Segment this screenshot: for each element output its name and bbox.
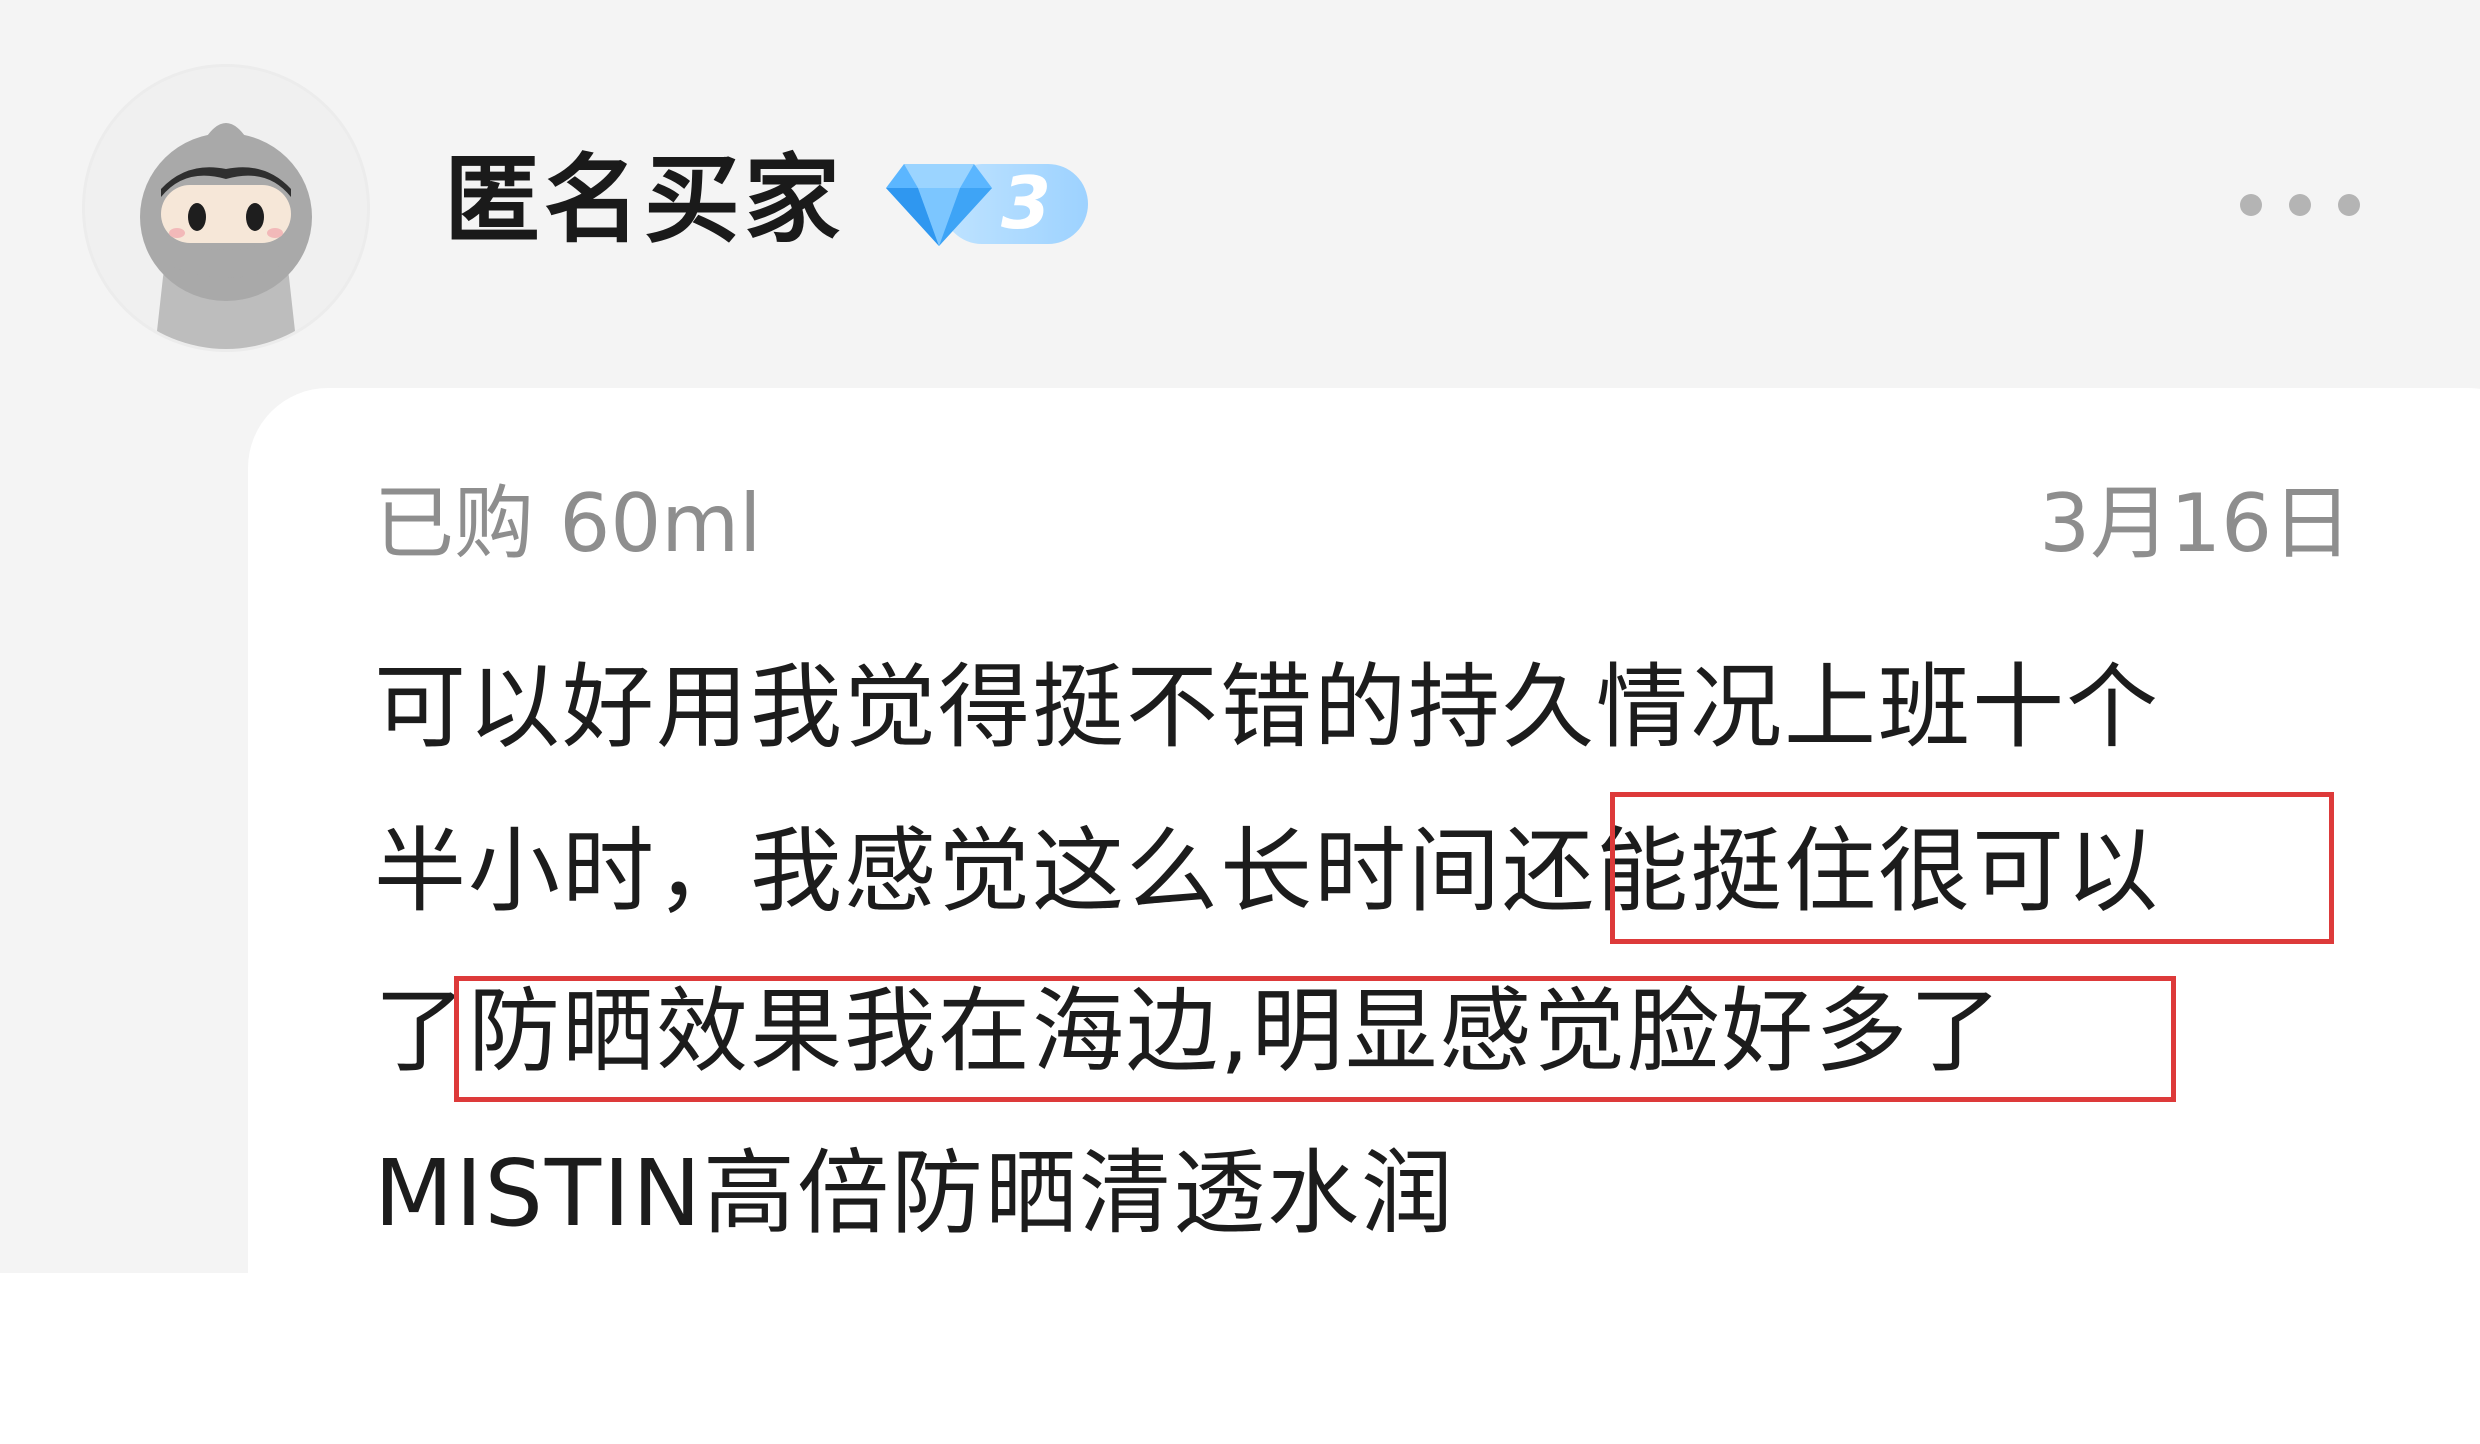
more-dots-icon — [2338, 194, 2360, 216]
more-dots-icon — [2240, 194, 2262, 216]
diamond-icon — [886, 164, 992, 246]
reviewer-avatar[interactable] — [82, 64, 370, 352]
review-text-line: 可以好用我觉得挺不错的持久情况上班十个 — [374, 654, 2161, 761]
highlight-box — [454, 976, 2176, 1102]
highlight-box — [1610, 792, 2334, 944]
reviewer-name: 匿名买家 — [444, 144, 844, 256]
member-level-badge: 3 — [884, 156, 1090, 248]
purchase-spec: 已购 60ml — [374, 477, 762, 570]
review-screen: 匿名买家 3 已购 60ml 3月16日 可以好用我觉得挺不错的持久情况上班十个… — [0, 0, 2480, 1273]
more-dots-icon — [2289, 194, 2311, 216]
ninja-avatar-icon — [140, 123, 312, 349]
review-date: 3月16日 — [2039, 477, 2352, 570]
level-number: 3 — [1000, 161, 1052, 245]
more-options-button[interactable] — [2240, 180, 2360, 230]
review-text-line: MISTIN高倍防晒清透水润 — [374, 1140, 1456, 1247]
